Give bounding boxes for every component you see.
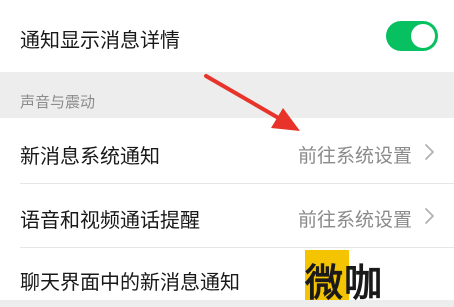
voice-video-reminder-value: 前往系统设置 bbox=[297, 209, 412, 231]
watermark-text: 微咖 bbox=[305, 261, 384, 305]
chevron-right-icon bbox=[425, 208, 434, 224]
voice-video-reminder-row[interactable]: 语音和视频通话提醒 前往系统设置 bbox=[0, 184, 454, 248]
new-message-notify-value: 前往系统设置 bbox=[297, 145, 412, 167]
notify-detail-toggle[interactable] bbox=[386, 21, 438, 51]
section-title: 声音与震动 bbox=[20, 93, 96, 111]
chat-new-message-label: 聊天界面中的新消息通知 bbox=[20, 270, 240, 294]
voice-video-reminder-label: 语音和视频通话提醒 bbox=[20, 208, 200, 232]
notify-detail-label: 通知显示消息详情 bbox=[20, 28, 180, 52]
section-header-sound: 声音与震动 bbox=[0, 72, 454, 118]
settings-page: 通知显示消息详情 声音与震动 新消息系统通知 前往系统设置 语音和视频通话提醒 … bbox=[0, 0, 454, 305]
new-message-notify-row[interactable]: 新消息系统通知 前往系统设置 bbox=[0, 118, 454, 184]
chevron-right-icon bbox=[425, 144, 434, 160]
new-message-notify-label: 新消息系统通知 bbox=[20, 144, 160, 168]
toggle-knob bbox=[411, 24, 435, 48]
notify-detail-row[interactable]: 通知显示消息详情 bbox=[0, 0, 454, 72]
watermark-logo: 微咖 bbox=[305, 250, 415, 305]
